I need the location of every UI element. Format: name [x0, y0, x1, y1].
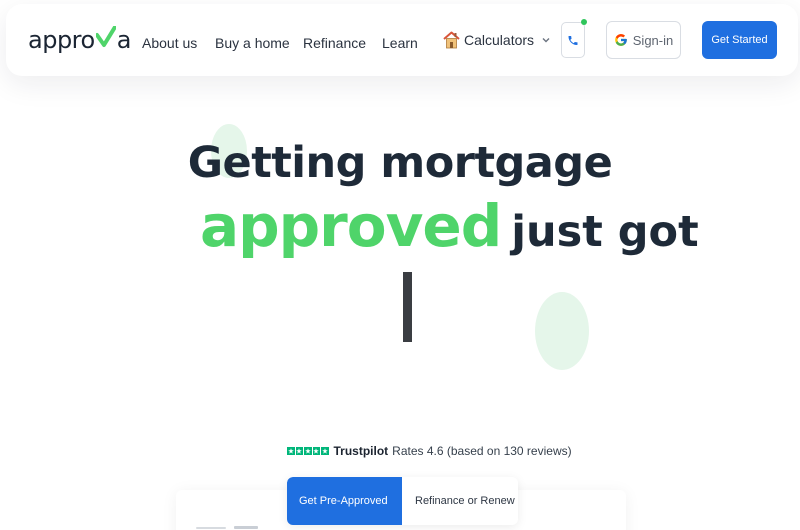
nav-link-about-us[interactable]: About us [142, 35, 197, 51]
card-content-fragment [196, 526, 258, 529]
star-icon [295, 447, 303, 455]
hero-headline-line2: approved just got [200, 192, 699, 260]
trustpilot-rating-text: Rates 4.6 (based on 130 reviews) [392, 444, 572, 458]
get-started-button[interactable]: Get Started [702, 21, 777, 59]
tab-label: Get Pre-Approved [299, 495, 388, 507]
loan-type-tabs: Get Pre-Approved Refinance or Renew [287, 477, 518, 525]
star-icon [321, 447, 329, 455]
nav-link-learn[interactable]: Learn [382, 35, 418, 51]
hero-line2-text: just got [511, 207, 699, 257]
star-icon [312, 447, 320, 455]
phone-button[interactable] [561, 22, 585, 58]
decor-blob-right [535, 292, 589, 370]
signin-label: Sign-in [632, 32, 674, 48]
trustpilot-rating[interactable]: Trustpilot Rates 4.6 (based on 130 revie… [287, 444, 572, 458]
online-status-dot [581, 19, 587, 25]
house-icon [443, 31, 460, 49]
google-icon [614, 34, 627, 46]
navbar: appro a About us Buy a home Refinance Le… [6, 4, 798, 76]
hero-highlight-word: approved [200, 192, 502, 260]
tab-refinance-or-renew[interactable]: Refinance or Renew [402, 477, 518, 525]
nav-link-buy-a-home[interactable]: Buy a home [215, 35, 290, 51]
star-icon [287, 447, 295, 455]
trustpilot-brand: Trustpilot [333, 444, 389, 458]
logo-text-start: appro [28, 26, 95, 54]
nav-link-refinance[interactable]: Refinance [303, 35, 366, 51]
calculators-dropdown[interactable]: Calculators [443, 31, 551, 49]
chevron-down-icon [542, 38, 550, 43]
tab-label: Refinance or Renew [415, 495, 515, 507]
google-signin-button[interactable]: Sign-in [606, 21, 681, 59]
hero-headline-line1: Getting mortgage [187, 138, 613, 188]
trustpilot-stars [287, 447, 329, 455]
phone-icon [568, 35, 578, 45]
star-icon [304, 447, 312, 455]
calculators-label: Calculators [464, 32, 535, 48]
check-logo-icon [95, 26, 116, 47]
typing-cursor [403, 272, 412, 342]
logo[interactable]: appro a [28, 26, 131, 60]
tab-get-pre-approved[interactable]: Get Pre-Approved [287, 477, 402, 525]
logo-text-end: a [116, 26, 132, 54]
